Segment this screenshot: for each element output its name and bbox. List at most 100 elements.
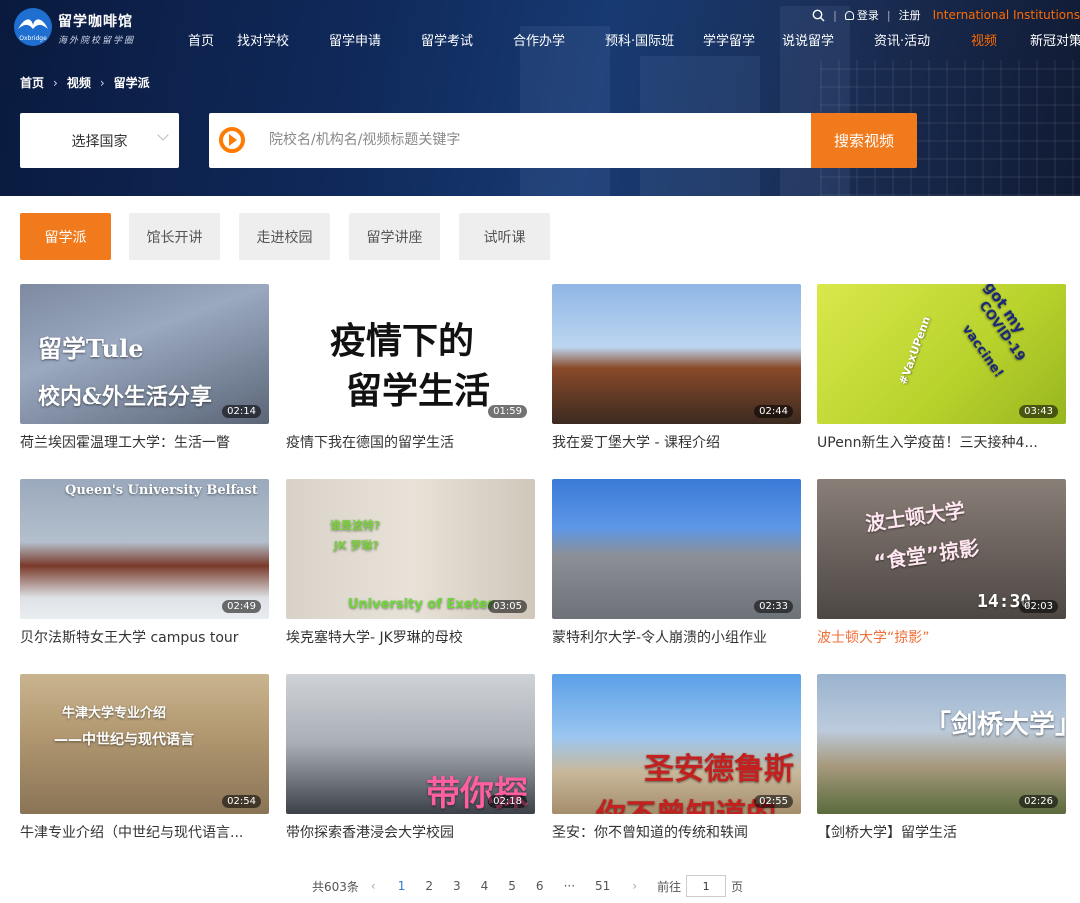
- pagination-ellipsis[interactable]: ···: [564, 879, 575, 893]
- video-card[interactable]: 02:33 蒙特利尔大学-令人崩溃的小组作业: [552, 479, 801, 654]
- thumbnail-caption: Queen's University Belfast: [65, 483, 258, 498]
- goto-page-input[interactable]: [686, 875, 727, 897]
- video-title[interactable]: 【剑桥大学】留学生活: [817, 822, 1066, 842]
- video-thumbnail[interactable]: 「剑桥大学」 02:26: [817, 674, 1066, 814]
- video-title[interactable]: 我在爱丁堡大学 - 课程介绍: [552, 432, 801, 452]
- video-duration: 01:59: [488, 405, 527, 418]
- video-title[interactable]: 蒙特利尔大学-令人崩溃的小组作业: [552, 627, 801, 647]
- video-card[interactable]: 波士顿大学 “食堂”掠影 14:30 02:03 波士顿大学“掠影”: [817, 479, 1066, 654]
- video-thumbnail[interactable]: 谁是波特? JK 罗琳? University of Exeter 03:05: [286, 479, 535, 619]
- category-tab[interactable]: 走进校园: [239, 213, 330, 260]
- video-card[interactable]: 疫情下的 留学生活 01:59 疫情下我在德国的留学生活: [286, 284, 535, 459]
- page-number[interactable]: 6: [536, 879, 544, 893]
- video-card[interactable]: 带你探 02:18 带你探索香港浸会大学校园: [286, 674, 535, 849]
- chevron-down-icon: [157, 129, 169, 141]
- breadcrumb-separator-icon: ›: [99, 75, 105, 90]
- video-duration: 03:05: [488, 600, 527, 613]
- video-title[interactable]: 贝尔法斯特女王大学 campus tour: [20, 627, 269, 647]
- breadcrumb-item[interactable]: 首页: [20, 74, 44, 91]
- video-thumbnail[interactable]: 疫情下的 留学生活 01:59: [286, 284, 535, 424]
- brand-name: 留学咖啡馆: [58, 14, 133, 30]
- category-tab[interactable]: 留学讲座: [349, 213, 440, 260]
- page-number[interactable]: 5: [508, 879, 516, 893]
- video-thumbnail[interactable]: 牛津大学专业介绍 ——中世纪与现代语言 02:54: [20, 674, 269, 814]
- video-card[interactable]: Queen's University Belfast 02:49 贝尔法斯特女王大学…: [20, 479, 269, 654]
- thumbnail-caption: 谁是波特?: [330, 519, 381, 532]
- thumbnail-caption: #VaxUPenn: [896, 314, 934, 387]
- search-video-button[interactable]: 搜索视频: [811, 113, 917, 168]
- prev-page-icon[interactable]: ‹: [371, 879, 376, 893]
- video-card[interactable]: I got my COVID-19 vaccine! #VaxUPenn 03:43 UP…: [817, 284, 1066, 459]
- thumbnail-caption: 「剑桥大学」: [925, 710, 1066, 740]
- video-thumbnail[interactable]: 留学Tule 校内&外生活分享 02:14: [20, 284, 269, 424]
- video-thumbnail[interactable]: 02:33: [552, 479, 801, 619]
- video-play-icon: [219, 127, 245, 153]
- hero-banner: Oxbridge 留学咖啡馆 海外院校留学圈 | 登录 | 注册 Interna…: [0, 0, 1080, 196]
- video-card[interactable]: 「剑桥大学」 02:26 【剑桥大学】留学生活: [817, 674, 1066, 849]
- video-thumbnail[interactable]: 带你探 02:18: [286, 674, 535, 814]
- nav-item[interactable]: 合作办学: [513, 30, 565, 49]
- nav-item[interactable]: 视频: [971, 30, 997, 49]
- login-link[interactable]: 登录: [857, 7, 879, 23]
- international-link[interactable]: International Institutions: [933, 8, 1080, 22]
- thumbnail-caption: 留学生活: [346, 371, 491, 412]
- thumbnail-caption: 留学Tule: [38, 334, 144, 363]
- nav-item[interactable]: 找对学校: [237, 30, 289, 49]
- register-link[interactable]: 注册: [899, 7, 921, 23]
- category-tab[interactable]: 试听课: [459, 213, 550, 260]
- video-title[interactable]: 牛津专业介绍（中世纪与现代语言...: [20, 822, 269, 842]
- category-tab[interactable]: 留学派: [20, 213, 111, 260]
- video-title[interactable]: 带你探索香港浸会大学校园: [286, 822, 535, 842]
- thumbnail-caption: 圣安德鲁斯: [644, 752, 794, 787]
- page-number[interactable]: 4: [481, 879, 489, 893]
- search-box: [209, 113, 811, 168]
- pagination: 共603条 ‹ 1 2 3 4 5 6 ··· 51 › 前往 页: [312, 875, 743, 897]
- video-title[interactable]: 埃克塞特大学- JK罗琳的母校: [286, 627, 535, 647]
- video-duration: 02:55: [754, 795, 793, 808]
- video-duration: 03:43: [1019, 405, 1058, 418]
- video-duration: 02:14: [222, 405, 261, 418]
- breadcrumb-item[interactable]: 视频: [67, 74, 91, 91]
- page-number[interactable]: 51: [595, 879, 610, 893]
- nav-item[interactable]: 学学留学: [703, 30, 755, 49]
- video-duration: 02:33: [754, 600, 793, 613]
- divider: |: [833, 8, 837, 22]
- nav-item[interactable]: 资讯·活动: [874, 30, 930, 49]
- video-thumbnail[interactable]: 波士顿大学 “食堂”掠影 14:30 02:03: [817, 479, 1066, 619]
- video-thumbnail[interactable]: Queen's University Belfast 02:49: [20, 479, 269, 619]
- thumbnail-caption: ——中世纪与现代语言: [54, 732, 194, 748]
- video-duration: 02:26: [1019, 795, 1058, 808]
- page-number[interactable]: 3: [453, 879, 461, 893]
- country-select[interactable]: 选择国家: [20, 113, 179, 168]
- nav-item[interactable]: 留学申请: [329, 30, 381, 49]
- next-page-icon[interactable]: ›: [632, 879, 637, 893]
- thumbnail-caption: “食堂”掠影: [872, 535, 981, 575]
- video-card[interactable]: 谁是波特? JK 罗琳? University of Exeter 03:05 埃克塞特…: [286, 479, 535, 654]
- video-thumbnail[interactable]: I got my COVID-19 vaccine! #VaxUPenn 03:43: [817, 284, 1066, 424]
- video-thumbnail[interactable]: 02:44: [552, 284, 801, 424]
- nav-item[interactable]: 留学考试: [421, 30, 473, 49]
- video-thumbnail[interactable]: 圣安德鲁斯你不曾知道的02:55: [552, 674, 801, 814]
- video-card[interactable]: 圣安德鲁斯你不曾知道的02:55 圣安：你不曾知道的传统和轶闻: [552, 674, 801, 849]
- video-duration: 02:03: [1019, 600, 1058, 613]
- country-select-label: 选择国家: [71, 133, 128, 150]
- page-number[interactable]: 1: [398, 879, 406, 893]
- search-icon[interactable]: [812, 9, 825, 22]
- search-input[interactable]: [269, 125, 789, 155]
- video-title[interactable]: 荷兰埃因霍温理工大学：生活一瞥: [20, 432, 269, 452]
- video-title[interactable]: 疫情下我在德国的留学生活: [286, 432, 535, 452]
- category-tab[interactable]: 馆长开讲: [129, 213, 220, 260]
- thumbnail-caption: 你不曾知道的: [596, 790, 776, 814]
- video-title[interactable]: UPenn新生入学疫苗！三天接种4...: [817, 432, 1066, 452]
- video-card[interactable]: 留学Tule 校内&外生活分享 02:14 荷兰埃因霍温理工大学：生活一瞥: [20, 284, 269, 459]
- video-title[interactable]: 圣安：你不曾知道的传统和轶闻: [552, 822, 801, 842]
- nav-item[interactable]: 说说留学: [782, 30, 834, 49]
- nav-item[interactable]: 首页: [188, 30, 214, 49]
- nav-item[interactable]: 预科·国际班: [605, 30, 674, 49]
- nav-item[interactable]: 新冠对策: [1030, 30, 1080, 49]
- page-number[interactable]: 2: [425, 879, 433, 893]
- pagination-total: 共603条: [312, 879, 359, 894]
- video-card[interactable]: 02:44 我在爱丁堡大学 - 课程介绍: [552, 284, 801, 459]
- video-title[interactable]: 波士顿大学“掠影”: [817, 627, 1066, 647]
- video-card[interactable]: 牛津大学专业介绍 ——中世纪与现代语言 02:54 牛津专业介绍（中世纪与现代语言..…: [20, 674, 269, 849]
